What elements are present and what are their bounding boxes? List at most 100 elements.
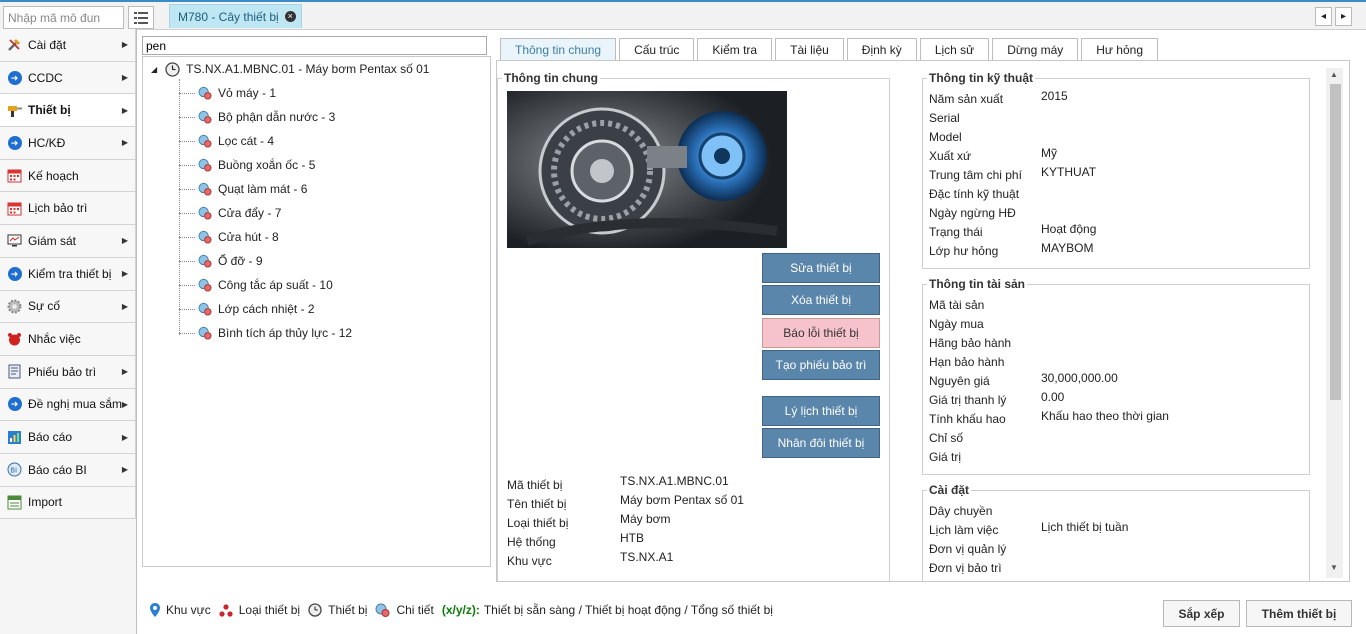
sort-button[interactable]: Sắp xếp [1163, 600, 1240, 627]
chevron-right-icon: ▶ [121, 432, 128, 442]
tab-0[interactable]: Thông tin chung [500, 38, 617, 61]
sidebar-item-7[interactable]: ➜ Kiểm tra thiết bị ▶ [0, 257, 136, 291]
tree-node[interactable]: Ổ đỡ - 9 [179, 253, 263, 269]
field-label: Loại thiết bị [507, 516, 569, 530]
settings-section: Cài đặt Dây chuyền Lịch làm việc Lịch thiế… [922, 483, 1310, 581]
tree-node[interactable]: Cửa hút - 8 [179, 229, 279, 245]
sidebar-item-13[interactable]: BI Báo cáo BI ▶ [0, 453, 136, 487]
collapse-icon[interactable]: ◢ [151, 65, 157, 74]
sidebar-item-8[interactable]: Sự cố ▶ [0, 290, 136, 324]
tree-node[interactable]: Buồng xoắn ốc - 5 [179, 157, 315, 173]
tree-search-input[interactable] [142, 36, 487, 55]
tree-legend: Khu vực Loại thiết bị Thiết bị Chi tiết … [150, 603, 773, 617]
tree-connector [179, 116, 195, 118]
chevron-right-icon: ▶ [121, 40, 128, 50]
field-label: Lịch làm việc [929, 523, 999, 537]
tree-node[interactable]: Quạt làm mát - 6 [179, 181, 307, 197]
sidebar-item-14[interactable]: Import [0, 486, 136, 520]
duplicate-device-button[interactable]: Nhân đôi thiết bị [762, 428, 880, 458]
field-value: 30,000,000.00 [1041, 371, 1118, 385]
clock-icon [308, 603, 322, 617]
field-label: Mã tài sản [929, 298, 985, 312]
tree-node-label: Buồng xoắn ốc - 5 [218, 158, 316, 172]
calendar-icon [7, 201, 22, 216]
tree-node-label: Cửa hút - 8 [218, 230, 279, 244]
close-icon[interactable]: × [284, 11, 296, 22]
part-icon [198, 86, 212, 100]
edit-device-button[interactable]: Sửa thiết bị [762, 253, 880, 283]
legend-area-label: Khu vực [166, 603, 211, 617]
drill-icon [7, 103, 22, 118]
tab-7[interactable]: Hư hỏng [1081, 38, 1158, 61]
top-bar: M780 - Cây thiết bị × ◂ ▸ [0, 0, 1366, 30]
sidebar-item-label: Báo cáo [28, 430, 73, 445]
delete-device-button[interactable]: Xóa thiết bị [762, 285, 880, 315]
alarm-icon [7, 332, 22, 347]
calendar-icon [7, 168, 22, 183]
field-label: Năm sản xuất [929, 92, 1004, 106]
tree-connector [179, 188, 195, 190]
add-device-button[interactable]: Thêm thiết bị [1246, 600, 1352, 627]
scroll-up-icon[interactable]: ▲ [1330, 70, 1338, 79]
tab-4[interactable]: Định kỳ [846, 38, 917, 61]
sidebar-item-label: Phiếu bảo trì [28, 364, 97, 379]
sidebar-item-0[interactable]: Cài đặt ▶ [0, 29, 136, 62]
module-code-input[interactable] [3, 6, 124, 29]
technical-title: Thông tin kỹ thuật [929, 71, 1033, 85]
tree-node[interactable]: Công tắc áp suất - 10 [179, 277, 333, 293]
tab-2[interactable]: Kiểm tra [697, 38, 773, 61]
chevron-right-icon: ▶ [121, 138, 128, 148]
scroll-down-icon[interactable]: ▼ [1330, 563, 1338, 572]
tab-3[interactable]: Tài liệu [775, 38, 844, 61]
sidebar-item-12[interactable]: Báo cáo ▶ [0, 421, 136, 454]
sidebar-item-1[interactable]: ➜ CCDC ▶ [0, 61, 136, 95]
arrow-circle-icon: ➜ [7, 266, 22, 281]
report-error-button[interactable]: Báo lỗi thiết bị [762, 318, 880, 348]
tree-root-label: TS.NX.A1.MBNC.01 - Máy bơm Pentax số 01 [186, 62, 430, 76]
sidebar-item-9[interactable]: Nhắc việc [0, 323, 136, 356]
tab-5[interactable]: Lịch sử [919, 38, 990, 61]
next-tab-button[interactable]: ▸ [1335, 7, 1352, 26]
prev-tab-button[interactable]: ◂ [1315, 7, 1332, 26]
detail-scrollbar[interactable]: ▲ ▼ [1326, 68, 1343, 578]
tab-6[interactable]: Dừng máy [992, 38, 1079, 61]
tree-node[interactable]: Cửa đẩy - 7 [179, 205, 281, 221]
sidebar-item-4[interactable]: Kế hoạch [0, 159, 136, 193]
sidebar-item-6[interactable]: Giám sát ▶ [0, 225, 136, 258]
create-ticket-button[interactable]: Tạo phiếu bảo trì [762, 350, 880, 380]
chevron-right-icon: ▶ [121, 269, 128, 279]
tree-node-label: Lớp cách nhiệt - 2 [218, 302, 315, 316]
field-value: Mỹ [1041, 146, 1057, 160]
tree-node[interactable]: Bình tích áp thủy lực - 12 [179, 325, 352, 341]
scroll-thumb[interactable] [1330, 84, 1341, 400]
field-label: Mã thiết bị [507, 478, 563, 492]
tab-cay-thiet-bi[interactable]: M780 - Cây thiết bị × [169, 4, 302, 28]
field-label: Khu vực [507, 554, 552, 568]
device-history-button[interactable]: Lý lịch thiết bị [762, 396, 880, 426]
field-value: Khấu hao theo thời gian [1041, 409, 1169, 423]
tree-node[interactable]: Lớp cách nhiệt - 2 [179, 301, 315, 317]
tree-node[interactable]: Vỏ máy - 1 [179, 85, 276, 101]
field-value: Hoạt động [1041, 222, 1097, 236]
field-value: TS.NX.A1 [620, 550, 674, 564]
sidebar-item-2[interactable]: Thiết bị ▶ [0, 94, 136, 128]
tree-node[interactable]: Bộ phận dẫn nước - 3 [179, 109, 335, 125]
tree-root-node[interactable]: ◢ TS.NX.A1.MBNC.01 - Máy bơm Pentax số 0… [151, 61, 429, 77]
arrow-circle-icon: ➜ [7, 70, 22, 85]
sidebar-item-5[interactable]: Lịch bảo trì [0, 192, 136, 226]
sidebar-item-label: HC/KĐ [28, 135, 66, 150]
location-pin-icon [150, 603, 160, 617]
tree-node[interactable]: Lọc cát - 4 [179, 133, 274, 149]
sidebar-item-label: Đề nghị mua sắm [28, 397, 123, 412]
field-label: Giá trị [929, 450, 962, 464]
legend-xyz-desc: Thiết bị sẵn sàng / Thiết bị hoạt động /… [483, 603, 773, 617]
chevron-right-icon: ▶ [121, 399, 128, 409]
sidebar: Cài đặt ▶ ➜ CCDC ▶ Thiết bị ▶ ➜ HC/KĐ ▶ Kế hoạch Lị… [0, 29, 137, 634]
tree-connector [179, 236, 195, 238]
sidebar-item-11[interactable]: ➜ Đề nghị mua sắm ▶ [0, 388, 136, 422]
sidebar-item-3[interactable]: ➜ HC/KĐ ▶ [0, 127, 136, 160]
detail-panel: Thông tin chung Sửa thiết bị Xóa thiết b… [496, 60, 1350, 582]
sidebar-item-10[interactable]: Phiếu bảo trì ▶ [0, 355, 136, 389]
menu-grid-button[interactable] [128, 6, 154, 29]
tab-1[interactable]: Cấu trúc [619, 38, 695, 61]
